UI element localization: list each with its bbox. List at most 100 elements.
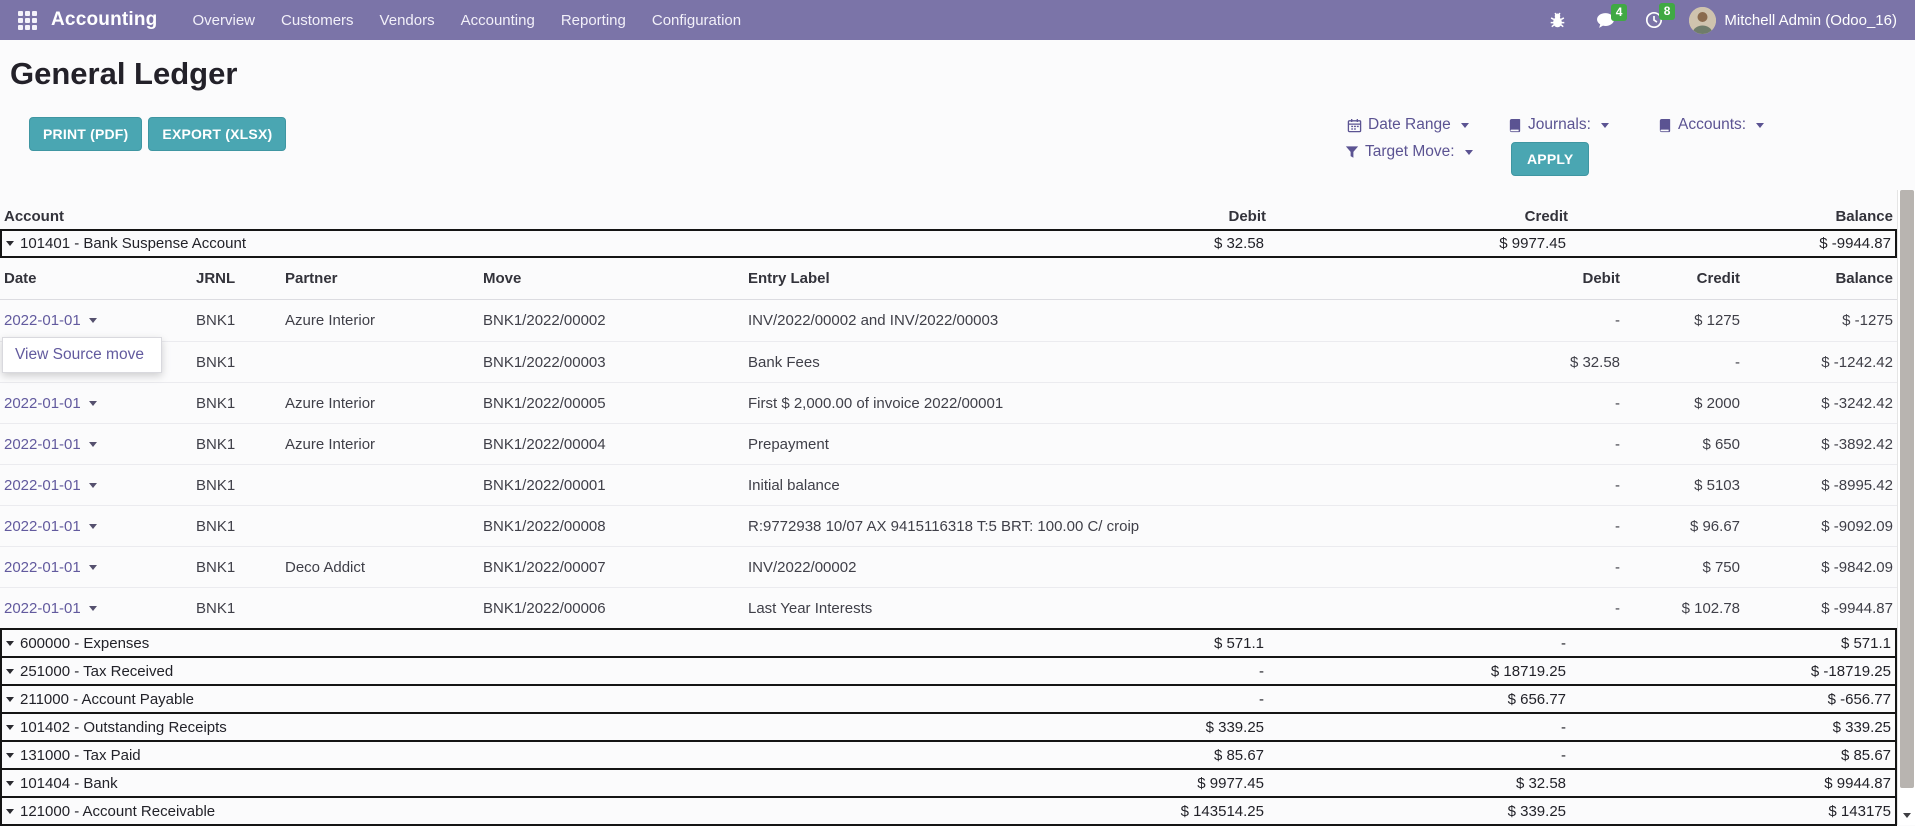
account-group-label: 600000 - Expenses bbox=[20, 635, 149, 652]
app-brand[interactable]: Accounting bbox=[51, 9, 158, 31]
activities-badge: 8 bbox=[1659, 3, 1676, 20]
subheader-date: Date bbox=[4, 270, 196, 287]
caret-down-icon bbox=[6, 241, 14, 246]
caret-down-icon bbox=[6, 725, 14, 730]
group-balance: $ -9944.87 bbox=[1566, 235, 1891, 252]
scrollbar-thumb[interactable] bbox=[1900, 190, 1914, 788]
group-balance: $ 571.1 bbox=[1566, 635, 1891, 652]
credit-cell: - bbox=[1620, 354, 1740, 371]
account-group-toggle[interactable]: 251000 - Tax Received bbox=[6, 663, 964, 680]
move-cell: BNK1/2022/00001 bbox=[483, 477, 748, 494]
group-credit: $ 32.58 bbox=[1264, 775, 1566, 792]
caret-down-icon bbox=[1903, 813, 1911, 818]
jrnl-cell: BNK1 bbox=[196, 312, 285, 329]
move-cell: BNK1/2022/00006 bbox=[483, 600, 748, 617]
balance-cell: $ -3892.42 bbox=[1740, 436, 1893, 453]
menu-accounting[interactable]: Accounting bbox=[448, 1, 548, 40]
date-link[interactable]: 2022-01-01 bbox=[4, 477, 97, 494]
credit-cell: $ 650 bbox=[1620, 436, 1740, 453]
date-link[interactable]: 2022-01-01 bbox=[4, 436, 97, 453]
apply-button[interactable]: APPLY bbox=[1511, 142, 1589, 176]
debit-cell: - bbox=[1510, 312, 1620, 329]
menu-customers[interactable]: Customers bbox=[268, 1, 367, 40]
group-credit: - bbox=[1264, 747, 1566, 764]
account-group-row: 131000 - Tax Paid $ 85.67 - $ 85.67 bbox=[0, 740, 1897, 770]
account-group-toggle[interactable]: 101404 - Bank bbox=[6, 775, 964, 792]
date-link[interactable]: 2022-01-01 bbox=[4, 518, 97, 535]
user-name: Mitchell Admin (Odoo_16) bbox=[1724, 12, 1897, 29]
header-debit: Debit bbox=[966, 208, 1266, 225]
caret-down-icon bbox=[1756, 123, 1764, 128]
move-cell: BNK1/2022/00008 bbox=[483, 518, 748, 535]
view-source-move-menu-item[interactable]: View Source move bbox=[2, 337, 162, 373]
debug-bug-icon[interactable] bbox=[1539, 6, 1576, 35]
group-balance: $ 143175 bbox=[1566, 803, 1891, 820]
scroll-down-button[interactable] bbox=[1898, 807, 1915, 823]
date-text: 2022-01-01 bbox=[4, 477, 81, 494]
move-cell: BNK1/2022/00003 bbox=[483, 354, 748, 371]
menu-configuration[interactable]: Configuration bbox=[639, 1, 754, 40]
date-link[interactable]: 2022-01-01 bbox=[4, 600, 97, 617]
group-debit: $ 339.25 bbox=[964, 719, 1264, 736]
debit-cell: - bbox=[1510, 395, 1620, 412]
table-row: 2022-01-01 BNK1 Deco Addict BNK1/2022/00… bbox=[0, 546, 1897, 587]
menu-overview[interactable]: Overview bbox=[180, 1, 269, 40]
group-debit: $ 32.58 bbox=[964, 235, 1264, 252]
entry-label-cell: INV/2022/00002 and INV/2022/00003 bbox=[748, 312, 1510, 329]
account-group-toggle[interactable]: 101402 - Outstanding Receipts bbox=[6, 719, 964, 736]
group-balance: $ -18719.25 bbox=[1566, 663, 1891, 680]
account-group-toggle[interactable]: 101401 - Bank Suspense Account bbox=[6, 235, 964, 252]
caret-down-icon bbox=[89, 318, 97, 323]
group-credit: - bbox=[1264, 719, 1566, 736]
header-credit: Credit bbox=[1266, 208, 1568, 225]
date-range-filter[interactable]: Date Range bbox=[1347, 116, 1469, 134]
group-credit: $ 339.25 bbox=[1264, 803, 1566, 820]
user-menu[interactable]: Mitchell Admin (Odoo_16) bbox=[1683, 7, 1903, 34]
partner-cell: Deco Addict bbox=[285, 559, 483, 576]
account-group-label: 101402 - Outstanding Receipts bbox=[20, 719, 227, 736]
export-xlsx-button[interactable]: EXPORT (XLSX) bbox=[148, 117, 286, 151]
messages-icon[interactable]: 4 bbox=[1586, 6, 1625, 35]
credit-cell: $ 1275 bbox=[1620, 312, 1740, 329]
apps-menu-icon[interactable] bbox=[18, 11, 37, 30]
journals-filter[interactable]: Journals: bbox=[1508, 116, 1609, 134]
date-link[interactable]: 2022-01-01 bbox=[4, 395, 97, 412]
account-group-row: 101401 - Bank Suspense Account $ 32.58 $… bbox=[0, 229, 1897, 258]
accounts-filter[interactable]: Accounts: bbox=[1658, 116, 1764, 134]
account-group-toggle[interactable]: 211000 - Account Payable bbox=[6, 691, 964, 708]
table-row: 2022-01-01 BNK1 BNK1/2022/00006 Last Yea… bbox=[0, 587, 1897, 628]
subheader-entry-label: Entry Label bbox=[748, 270, 1510, 287]
debit-cell: - bbox=[1510, 477, 1620, 494]
debit-cell: - bbox=[1510, 559, 1620, 576]
account-group-toggle[interactable]: 131000 - Tax Paid bbox=[6, 747, 964, 764]
group-credit: $ 9977.45 bbox=[1264, 235, 1566, 252]
caret-down-icon bbox=[6, 669, 14, 674]
account-group-label: 101401 - Bank Suspense Account bbox=[20, 235, 246, 252]
date-link[interactable]: 2022-01-01 bbox=[4, 312, 97, 329]
date-text: 2022-01-01 bbox=[4, 436, 81, 453]
group-balance: $ 9944.87 bbox=[1566, 775, 1891, 792]
funnel-icon bbox=[1345, 145, 1359, 159]
subheader-debit: Debit bbox=[1510, 270, 1620, 287]
balance-cell: $ -3242.42 bbox=[1740, 395, 1893, 412]
account-group-label: 251000 - Tax Received bbox=[20, 663, 173, 680]
menu-vendors[interactable]: Vendors bbox=[367, 1, 448, 40]
group-balance: $ 85.67 bbox=[1566, 747, 1891, 764]
jrnl-cell: BNK1 bbox=[196, 354, 285, 371]
group-debit: $ 85.67 bbox=[964, 747, 1264, 764]
print-pdf-button[interactable]: PRINT (PDF) bbox=[29, 117, 142, 151]
balance-cell: $ -9842.09 bbox=[1740, 559, 1893, 576]
caret-down-icon bbox=[1461, 123, 1469, 128]
caret-down-icon bbox=[6, 781, 14, 786]
account-group-toggle[interactable]: 600000 - Expenses bbox=[6, 635, 964, 652]
account-group-toggle[interactable]: 121000 - Account Receivable bbox=[6, 803, 964, 820]
table-row: 2022-01-01 BNK1 Azure Interior BNK1/2022… bbox=[0, 300, 1897, 341]
group-debit: - bbox=[964, 691, 1264, 708]
activities-clock-icon[interactable]: 8 bbox=[1635, 5, 1673, 35]
move-cell: BNK1/2022/00002 bbox=[483, 312, 748, 329]
account-group-row: 600000 - Expenses $ 571.1 - $ 571.1 bbox=[0, 628, 1897, 658]
menu-reporting[interactable]: Reporting bbox=[548, 1, 639, 40]
date-link[interactable]: 2022-01-01 bbox=[4, 559, 97, 576]
target-move-filter[interactable]: Target Move: bbox=[1345, 143, 1473, 161]
debit-cell: - bbox=[1510, 518, 1620, 535]
